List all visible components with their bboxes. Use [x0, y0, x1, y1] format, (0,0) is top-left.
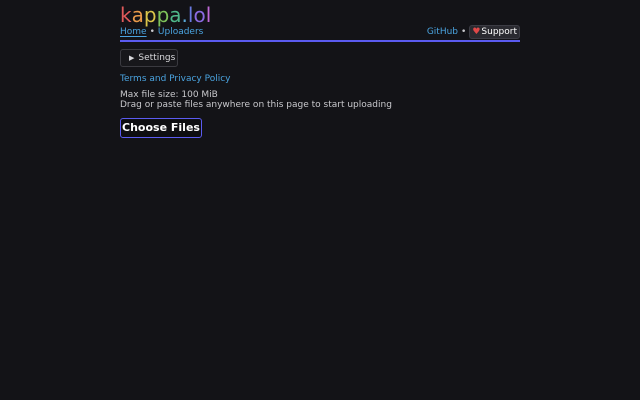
support-label: Support — [481, 27, 517, 37]
header-divider — [120, 40, 520, 42]
drag-paste-hint: Drag or paste files anywhere on this pag… — [120, 100, 392, 110]
nav-github-link[interactable]: GitHub — [427, 27, 458, 37]
support-button[interactable]: ♥Support — [469, 25, 520, 39]
logo-letter: p — [156, 3, 170, 27]
nav-right: GitHub • ♥Support — [427, 25, 520, 39]
top-nav: Home • Uploaders GitHub • ♥Support — [120, 25, 520, 40]
nav-uploaders-link[interactable]: Uploaders — [158, 27, 203, 37]
logo-letter: k — [120, 3, 132, 27]
site-logo[interactable]: kappa.lol — [120, 4, 211, 26]
settings-toggle[interactable]: ▶ Settings — [120, 49, 178, 67]
terms-privacy-link[interactable]: Terms and Privacy Policy — [120, 73, 231, 85]
logo-letter: p — [143, 3, 157, 27]
logo-letter: o — [193, 3, 206, 27]
settings-label: Settings — [138, 53, 176, 63]
nav-separator: • — [461, 27, 467, 37]
max-file-size-text: Max file size: 100 MiB — [120, 90, 218, 100]
upload-info: Max file size: 100 MiB Drag or paste fil… — [120, 90, 392, 110]
nav-home-link[interactable]: Home — [120, 27, 147, 37]
choose-files-button[interactable]: Choose Files — [120, 118, 202, 138]
nav-separator: • — [149, 27, 155, 37]
logo-letter: a — [131, 3, 144, 27]
logo-letter: l — [205, 3, 212, 27]
triangle-right-icon: ▶ — [129, 54, 135, 62]
logo-letter: a — [169, 3, 182, 27]
heart-icon: ♥ — [472, 27, 481, 37]
nav-left: Home • Uploaders — [120, 26, 203, 38]
